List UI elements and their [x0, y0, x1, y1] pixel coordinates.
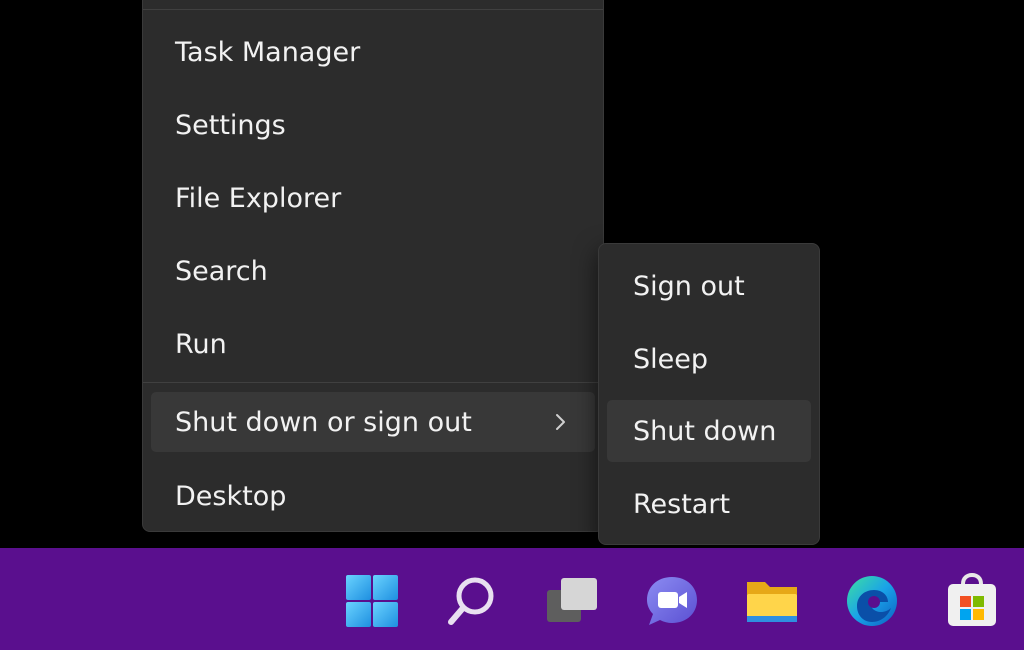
submenu-item-sign-out[interactable]: Sign out	[607, 255, 811, 317]
menu-item-label: Search	[175, 255, 268, 287]
menu-item-file-explorer[interactable]: File Explorer	[151, 168, 595, 228]
menu-separator	[143, 382, 603, 383]
submenu-item-label: Shut down	[633, 415, 777, 447]
chat-icon[interactable]	[643, 572, 701, 630]
menu-item-shut-down-or-sign-out[interactable]: Shut down or sign out	[151, 392, 595, 452]
menu-item-label: Task Manager	[175, 36, 361, 68]
edge-icon[interactable]	[843, 572, 901, 630]
submenu-item-label: Sleep	[633, 343, 709, 375]
menu-item-search[interactable]: Search	[151, 241, 595, 301]
submenu-item-label: Restart	[633, 488, 731, 520]
chevron-right-icon	[556, 414, 565, 430]
task-view-icon[interactable]	[543, 572, 601, 630]
menu-item-label: Run	[175, 328, 227, 360]
menu-separator	[143, 9, 603, 10]
menu-item-desktop[interactable]: Desktop	[151, 466, 595, 526]
menu-item-label: Desktop	[175, 480, 287, 512]
power-user-menu: Task Manager Settings File Explorer Sear…	[142, 0, 604, 532]
store-icon[interactable]	[943, 572, 1001, 630]
taskbar	[0, 548, 1024, 650]
submenu-item-restart[interactable]: Restart	[607, 473, 811, 535]
shutdown-submenu: Sign out Sleep Shut down Restart	[598, 243, 820, 545]
menu-item-label: File Explorer	[175, 182, 342, 214]
menu-item-label: Shut down or sign out	[175, 406, 472, 438]
windows-start-icon[interactable]	[343, 572, 401, 630]
menu-item-label: Settings	[175, 109, 286, 141]
submenu-item-label: Sign out	[633, 270, 745, 302]
menu-item-task-manager[interactable]: Task Manager	[151, 22, 595, 82]
submenu-item-sleep[interactable]: Sleep	[607, 328, 811, 390]
desktop-screen: Task Manager Settings File Explorer Sear…	[0, 0, 1024, 650]
menu-item-settings[interactable]: Settings	[151, 95, 595, 155]
submenu-item-shut-down[interactable]: Shut down	[607, 400, 811, 462]
menu-item-run[interactable]: Run	[151, 314, 595, 374]
search-icon[interactable]	[443, 572, 501, 630]
file-explorer-icon[interactable]	[743, 572, 801, 630]
